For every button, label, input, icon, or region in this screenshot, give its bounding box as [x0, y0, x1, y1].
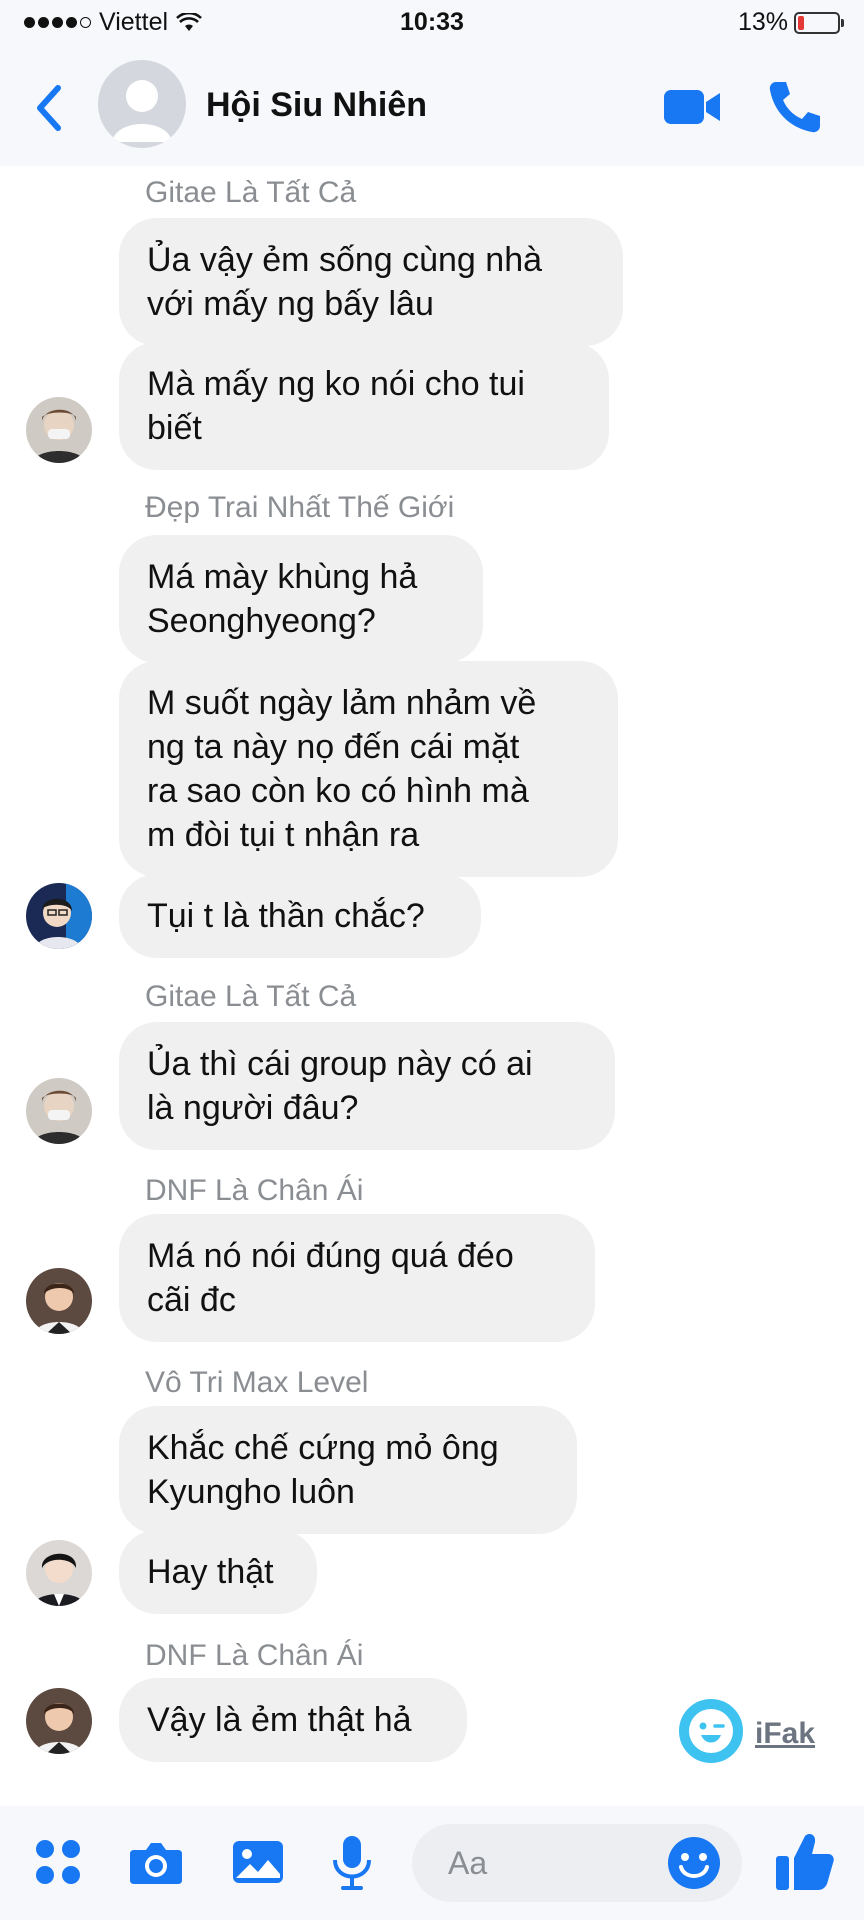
camera-icon[interactable]	[126, 1832, 186, 1892]
back-chevron-icon[interactable]	[28, 78, 72, 138]
default-user-icon	[112, 80, 172, 142]
thumbs-up-icon[interactable]	[772, 1828, 838, 1894]
sender-name: DNF Là Chân Ái	[145, 1174, 364, 1207]
battery-group: 13%	[737, 8, 844, 37]
emoji-icon[interactable]	[664, 1833, 724, 1893]
message-bubble[interactable]: Hay thật	[119, 1530, 317, 1614]
photo-gallery-icon[interactable]	[228, 1832, 288, 1892]
battery-icon	[794, 11, 844, 34]
video-call-icon[interactable]	[660, 76, 724, 136]
sender-avatar[interactable]	[26, 397, 92, 463]
sender-avatar[interactable]	[26, 1078, 92, 1144]
sender-name: DNF Là Chân Ái	[145, 1639, 364, 1672]
message-bubble[interactable]: Mà mấy ng ko nói cho tui biết	[119, 342, 609, 470]
more-apps-icon[interactable]	[28, 1832, 88, 1892]
sender-name: Gitae Là Tất Cả	[145, 980, 357, 1013]
message-bubble[interactable]: Má nó nói đúng quá đéo cãi đc	[119, 1214, 595, 1342]
watermark-text: iFak	[755, 1717, 816, 1750]
group-avatar[interactable]	[98, 60, 186, 148]
sender-name: Vô Tri Max Level	[145, 1366, 369, 1399]
wink-emoji-icon	[689, 1709, 733, 1753]
conversation-title[interactable]: Hội Siu Nhiên	[206, 86, 427, 125]
battery-percent: 13%	[737, 8, 788, 36]
message-bubble[interactable]: Ủa thì cái group này có ai là người đâu?	[119, 1022, 615, 1150]
watermark: iFak	[675, 1695, 855, 1775]
sender-avatar[interactable]	[26, 1688, 92, 1754]
message-input[interactable]	[446, 1840, 650, 1886]
winking-face-logo	[675, 1695, 747, 1767]
sender-name: Gitae Là Tất Cả	[145, 176, 357, 209]
message-bubble[interactable]: Má mày khùng hả Seonghyeong?	[119, 535, 483, 663]
clock: 10:33	[400, 8, 464, 36]
message-bubble[interactable]: Tụi t là thần chắc?	[119, 874, 481, 958]
message-input-field[interactable]	[412, 1824, 742, 1902]
status-bar: Viettel 10:33 13%	[0, 0, 864, 48]
sender-avatar[interactable]	[26, 1540, 92, 1606]
message-bubble[interactable]: Khắc chế cứng mỏ ông Kyungho luôn	[119, 1406, 577, 1534]
microphone-icon[interactable]	[322, 1832, 382, 1892]
chat-header: Hội Siu Nhiên	[0, 48, 864, 166]
message-bubble[interactable]: Ủa vậy ẻm sống cùng nhà với mấy ng bấy l…	[119, 218, 623, 346]
sender-name: Đẹp Trai Nhất Thế Giới	[145, 491, 455, 524]
sender-avatar[interactable]	[26, 883, 92, 949]
phone-call-icon[interactable]	[762, 76, 826, 136]
sender-avatar[interactable]	[26, 1268, 92, 1334]
message-bubble[interactable]: M suốt ngày lảm nhảm về ng ta này nọ đến…	[119, 661, 618, 877]
composer-bar	[0, 1806, 864, 1920]
message-bubble[interactable]: Vậy là ẻm thật hả	[119, 1678, 467, 1762]
